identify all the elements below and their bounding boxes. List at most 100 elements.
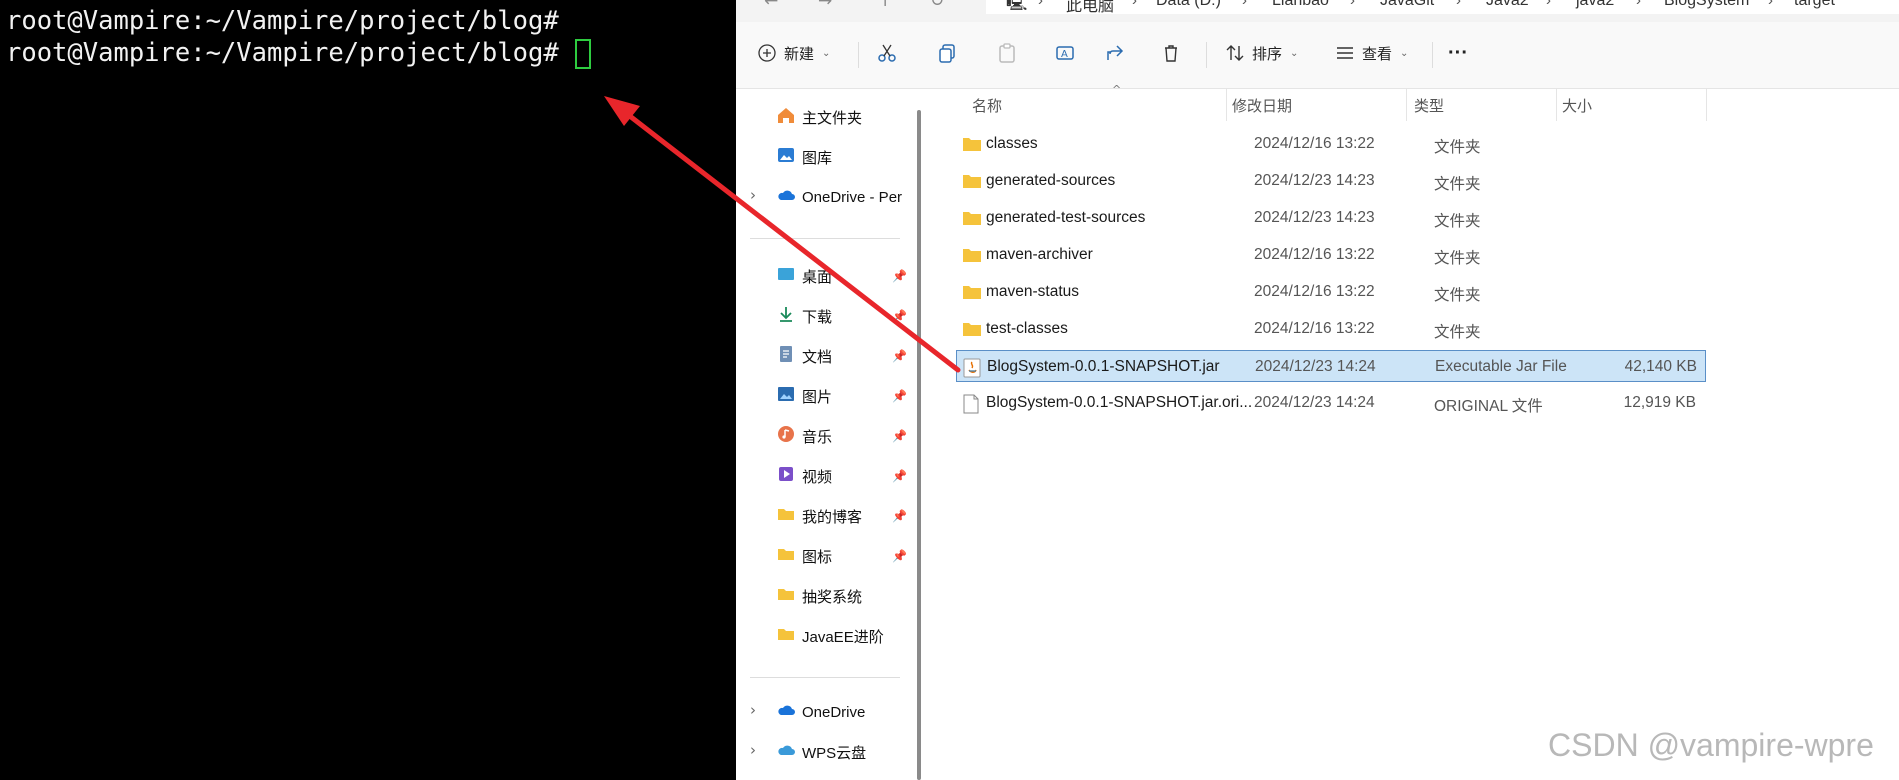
file-date: 2024/12/16 13:22 (1254, 246, 1375, 263)
home-icon (776, 105, 796, 129)
file-row[interactable]: BlogSystem-0.0.1-SNAPSHOT.jar.ori... 202… (956, 387, 1706, 419)
file-size: 12,919 KB (1623, 394, 1696, 411)
file-list: ^ 名称 修改日期 类型 大小 classes 2024/12/16 13:22… (926, 83, 1899, 780)
copy-button[interactable] (936, 36, 958, 70)
forward-icon[interactable]: → (818, 0, 832, 11)
file-row-selected[interactable]: BlogSystem-0.0.1-SNAPSHOT.jar 2024/12/23… (956, 350, 1706, 382)
pin-icon[interactable]: 📌 (892, 349, 907, 363)
breadcrumb-item[interactable]: Lianbao (1272, 0, 1329, 10)
nav-item-label: WPS云盘 (802, 744, 867, 762)
breadcrumb-chevron-icon[interactable]: › (1456, 0, 1461, 9)
breadcrumb-chevron-icon[interactable]: › (1768, 0, 1773, 9)
nav-item-onedrive[interactable]: OneDrive (776, 697, 865, 727)
file-name: maven-status (986, 283, 1080, 300)
breadcrumb-item[interactable]: BlogSystem (1664, 0, 1749, 10)
nav-item-gallery[interactable]: 图库 (776, 142, 832, 172)
terminal-window[interactable]: root@Vampire:~/Vampire/project/blog# roo… (0, 0, 736, 780)
file-row[interactable]: maven-status 2024/12/16 13:22 文件夹 (956, 276, 1706, 308)
paste-button[interactable] (996, 36, 1018, 70)
folder-icon (962, 135, 982, 158)
nav-item-my-blog[interactable]: 我的博客 (776, 501, 862, 531)
file-row[interactable]: classes 2024/12/16 13:22 文件夹 (956, 128, 1706, 160)
plus-icon (756, 42, 778, 64)
sort-button[interactable]: 排序 ⌄ (1224, 36, 1298, 70)
chevron-down-icon: ⌄ (1400, 47, 1409, 59)
pin-icon[interactable]: 📌 (892, 469, 907, 483)
breadcrumb-item[interactable]: java2 (1576, 0, 1614, 10)
file-row[interactable]: test-classes 2024/12/16 13:22 文件夹 (956, 313, 1706, 345)
navigation-pane: 主文件夹 图库 › OneDrive - Per 桌面 📌 下载 📌 文档 📌 (736, 89, 922, 780)
expand-chevron-icon[interactable]: › (750, 701, 756, 719)
up-icon[interactable]: ↑ (878, 0, 892, 11)
nav-item-lottery[interactable]: 抽奖系统 (776, 581, 862, 611)
breadcrumb-item[interactable]: Data (D:) (1156, 0, 1221, 10)
nav-item-home[interactable]: 主文件夹 (776, 102, 862, 132)
file-name: test-classes (986, 320, 1068, 337)
breadcrumb[interactable]: 🖳 › 此电脑 › Data (D:) › Lianbao › JavaGit … (986, 0, 1899, 16)
file-type: 文件夹 (1434, 176, 1481, 193)
delete-button[interactable] (1160, 36, 1182, 70)
breadcrumb-chevron-icon[interactable]: › (1242, 0, 1247, 9)
file-type: 文件夹 (1434, 139, 1481, 156)
trash-icon (1160, 42, 1182, 64)
nav-item-videos[interactable]: 视频 (776, 461, 832, 491)
file-row[interactable]: generated-sources 2024/12/23 14:23 文件夹 (956, 165, 1706, 197)
breadcrumb-chevron-icon[interactable]: › (1038, 0, 1043, 9)
computer-icon: 🖳 (1006, 0, 1028, 12)
breadcrumb-chevron-icon[interactable]: › (1636, 0, 1641, 9)
back-icon[interactable]: ← (764, 0, 778, 11)
column-header-name[interactable]: 名称 (972, 95, 1002, 116)
pin-icon[interactable]: 📌 (892, 429, 907, 443)
column-header-type[interactable]: 类型 (1414, 95, 1444, 116)
column-header-size[interactable]: 大小 (1562, 95, 1592, 116)
toolbar-divider (1206, 42, 1207, 68)
column-divider[interactable] (1226, 89, 1227, 121)
nav-item-pictures[interactable]: 图片 (776, 381, 832, 411)
column-divider[interactable] (1706, 89, 1707, 121)
pin-icon[interactable]: 📌 (892, 389, 907, 403)
sort-label: 排序 (1252, 45, 1283, 63)
cut-button[interactable] (876, 36, 898, 70)
jar-file-icon (963, 358, 981, 383)
share-button[interactable] (1104, 36, 1126, 70)
view-button[interactable]: 查看 ⌄ (1334, 36, 1408, 70)
more-options-button[interactable]: ··· (1448, 36, 1468, 70)
scissors-icon (876, 42, 898, 64)
expand-chevron-icon[interactable]: › (750, 186, 756, 204)
folder-icon (776, 504, 796, 528)
nav-divider (750, 238, 900, 239)
refresh-icon[interactable]: ↻ (930, 0, 944, 11)
nav-scrollbar[interactable] (917, 110, 921, 780)
document-icon (776, 344, 796, 368)
nav-item-onedrive-personal[interactable]: OneDrive - Per (776, 182, 902, 212)
column-header-date[interactable]: 修改日期 (1232, 95, 1292, 116)
file-row[interactable]: maven-archiver 2024/12/16 13:22 文件夹 (956, 239, 1706, 271)
nav-item-music[interactable]: 音乐 (776, 421, 832, 451)
breadcrumb-item[interactable]: Java2 (1486, 0, 1529, 10)
nav-item-javaee[interactable]: JavaEE进阶 (776, 621, 884, 651)
chevron-down-icon: ⌄ (822, 47, 831, 59)
nav-item-icons[interactable]: 图标 (776, 541, 832, 571)
nav-item-documents[interactable]: 文档 (776, 341, 832, 371)
expand-chevron-icon[interactable]: › (750, 741, 756, 759)
breadcrumb-chevron-icon[interactable]: › (1132, 0, 1137, 9)
nav-item-desktop[interactable]: 桌面 (776, 261, 832, 291)
file-row[interactable]: generated-test-sources 2024/12/23 14:23 … (956, 202, 1706, 234)
file-name: BlogSystem-0.0.1-SNAPSHOT.jar (987, 358, 1220, 375)
pin-icon[interactable]: 📌 (892, 549, 907, 563)
nav-item-wps[interactable]: WPS云盘 (776, 737, 866, 767)
breadcrumb-item[interactable]: 此电脑 (1066, 0, 1114, 16)
pin-icon[interactable]: 📌 (892, 509, 907, 523)
column-divider[interactable] (1556, 89, 1557, 121)
pin-icon[interactable]: 📌 (892, 269, 907, 283)
breadcrumb-item[interactable]: JavaGit (1380, 0, 1434, 10)
column-divider[interactable] (1406, 89, 1407, 121)
pin-icon[interactable]: 📌 (892, 309, 907, 323)
breadcrumb-chevron-icon[interactable]: › (1350, 0, 1355, 9)
breadcrumb-item[interactable]: target (1794, 0, 1835, 10)
breadcrumb-chevron-icon[interactable]: › (1546, 0, 1551, 9)
rename-button[interactable]: A (1054, 36, 1076, 70)
new-button[interactable]: 新建 ⌄ (756, 36, 830, 70)
file-date: 2024/12/16 13:22 (1254, 320, 1375, 337)
nav-item-downloads[interactable]: 下载 (776, 301, 832, 331)
